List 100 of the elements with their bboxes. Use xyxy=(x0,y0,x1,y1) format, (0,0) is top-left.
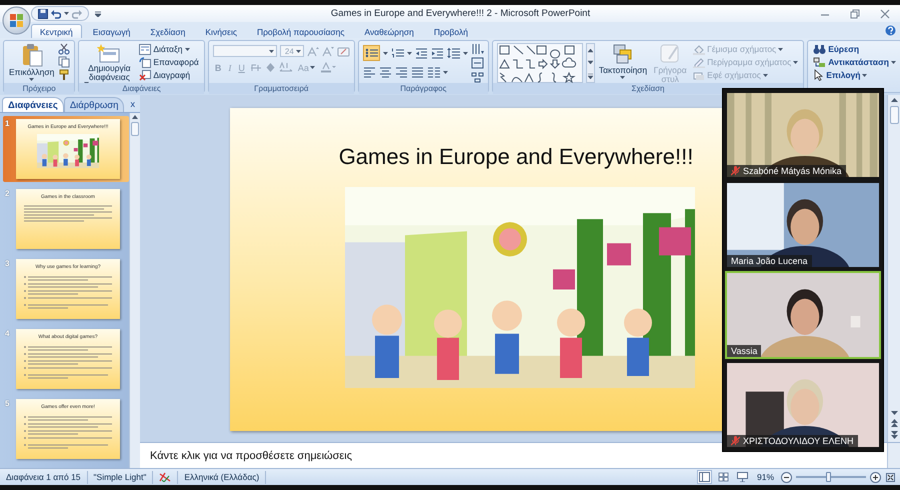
group-label: Πρόχειρο xyxy=(4,83,74,94)
gallery-scroll-icon[interactable] xyxy=(586,43,595,83)
customize-caret-icon[interactable] xyxy=(95,10,101,16)
slide-title: Games in Europe and Everywhere!!! xyxy=(338,144,694,170)
align-right-icon[interactable] xyxy=(394,66,408,78)
help-icon[interactable] xyxy=(885,24,896,36)
decrease-indent-icon[interactable] xyxy=(414,47,428,59)
reset-button[interactable]: Επαναφορά xyxy=(138,56,200,68)
scissors-icon[interactable] xyxy=(58,43,70,55)
normal-view-icon xyxy=(698,472,710,482)
arrange-button[interactable]: Τακτοποίηση xyxy=(598,43,648,79)
slide-number: 2 xyxy=(5,189,10,200)
caret-icon xyxy=(862,74,868,76)
ribbon-tab[interactable]: Κινήσεις xyxy=(196,24,246,38)
caret-icon xyxy=(462,52,468,54)
select-button[interactable]: Επιλογή xyxy=(812,69,897,81)
numbering-icon[interactable] xyxy=(390,47,404,59)
group-label: Γραμματοσειρά xyxy=(208,83,354,94)
zoom-in-icon[interactable] xyxy=(870,472,881,482)
next-slide-icon[interactable] xyxy=(890,431,898,439)
notes-field[interactable]: Κάντε κλικ για να προσθέσετε σημειώσεις xyxy=(140,443,887,468)
slide-number: 4 xyxy=(5,329,10,340)
delete-button[interactable]: Διαγραφή xyxy=(138,69,200,81)
find-button[interactable]: Εύρεση xyxy=(812,43,897,55)
ribbon-tab[interactable]: Κεντρική xyxy=(31,24,82,38)
bullets-icon xyxy=(364,47,378,59)
line-spacing-icon[interactable] xyxy=(446,47,460,59)
smartart-icon[interactable] xyxy=(470,71,484,83)
view-button[interactable] xyxy=(716,470,731,484)
shape-gallery[interactable] xyxy=(496,43,583,83)
caret-icon xyxy=(29,78,34,81)
theme-name: "Simple Light" xyxy=(88,470,154,484)
scrollbar-thumb[interactable] xyxy=(890,106,898,124)
scrollbar-thumb[interactable] xyxy=(131,122,139,136)
slide-sorter-icon xyxy=(718,472,729,482)
slide-number: 5 xyxy=(5,399,10,410)
scroll-up-icon[interactable] xyxy=(890,98,898,102)
caret-icon xyxy=(64,12,69,15)
copy-icon[interactable] xyxy=(58,56,70,68)
zoom-level: 91% xyxy=(756,472,775,482)
scroll-up-icon[interactable] xyxy=(132,115,138,119)
ribbon-tab[interactable]: Εισαγωγή xyxy=(84,24,140,38)
group-label: Παράγραφος xyxy=(358,83,488,94)
ribbon-tab[interactable]: Σχεδίαση xyxy=(141,24,194,38)
paintbrush-icon[interactable] xyxy=(58,69,70,81)
vertical-scrollbar[interactable] xyxy=(887,95,900,442)
text-direction-icon[interactable] xyxy=(470,43,484,55)
delete-icon xyxy=(139,70,152,80)
ribbon-tab[interactable]: Προβολή xyxy=(424,24,477,38)
spell-check-icon[interactable] xyxy=(159,472,172,482)
cursor-icon xyxy=(813,69,824,81)
increase-indent-icon[interactable] xyxy=(430,47,444,59)
align-left-icon[interactable] xyxy=(362,66,376,78)
participant-name: Maria João Lucena xyxy=(731,256,808,266)
bullets-button[interactable] xyxy=(362,45,380,61)
ribbon-tab[interactable]: Αναθεώρηση xyxy=(355,24,423,38)
notes-scrollbar[interactable] xyxy=(887,443,900,468)
justify-icon[interactable] xyxy=(410,66,424,78)
zoom-out-icon[interactable] xyxy=(781,472,792,482)
caret-icon xyxy=(382,52,388,54)
layout-icon xyxy=(139,44,152,54)
participant-name: Vassia xyxy=(731,346,758,356)
slide-info: Διαφάνεια 1 από 15 xyxy=(0,470,88,484)
scroll-down-icon[interactable] xyxy=(890,411,898,415)
view-button[interactable] xyxy=(696,470,712,484)
view-button[interactable] xyxy=(734,470,750,484)
replace-icon xyxy=(813,56,826,68)
align-text-icon[interactable] xyxy=(470,57,484,69)
quick-styles-icon xyxy=(659,43,682,65)
caret-icon xyxy=(890,60,896,64)
caret-icon xyxy=(268,50,274,52)
previous-slide-icon[interactable] xyxy=(890,419,898,427)
caret-icon xyxy=(620,76,626,79)
reset-icon xyxy=(139,56,152,68)
slide-number: 3 xyxy=(5,259,10,270)
slider-thumb[interactable] xyxy=(826,472,830,482)
save-icon[interactable] xyxy=(38,8,48,18)
paste-button[interactable]: Επικόλληση xyxy=(8,43,56,81)
restore-icon[interactable] xyxy=(850,8,860,18)
close-button[interactable]: x xyxy=(128,98,137,108)
undo-icon[interactable] xyxy=(51,8,61,18)
columns-icon[interactable] xyxy=(426,66,440,78)
vertical-scrollbar[interactable] xyxy=(129,113,140,468)
participant-name: ΧΡΙΣΤΟΔΟΥΛΙΔΟΥ ΕΛΕΝΗ xyxy=(743,436,854,446)
replace-button[interactable]: Αντικατάσταση xyxy=(812,56,897,68)
caret-icon xyxy=(762,74,768,76)
paint-bucket-icon xyxy=(693,44,706,54)
shape-effects-icon xyxy=(693,70,706,80)
caret-icon xyxy=(793,60,798,64)
close-icon[interactable] xyxy=(880,8,890,18)
language-label: Ελληνικά (Ελλάδας) xyxy=(178,470,266,484)
layout-button[interactable]: Διάταξη xyxy=(138,43,200,55)
panel-tab[interactable]: Διάρθρωση xyxy=(64,97,124,112)
panel-tab[interactable]: Διαφάνειες xyxy=(2,97,64,112)
binoculars-icon xyxy=(813,44,826,54)
ribbon-tab[interactable]: Προβολή παρουσίασης xyxy=(248,24,354,38)
arrange-icon xyxy=(612,43,634,65)
fit-window-icon[interactable] xyxy=(885,472,896,482)
align-center-icon[interactable] xyxy=(378,66,392,78)
new-slide-icon xyxy=(97,43,122,63)
